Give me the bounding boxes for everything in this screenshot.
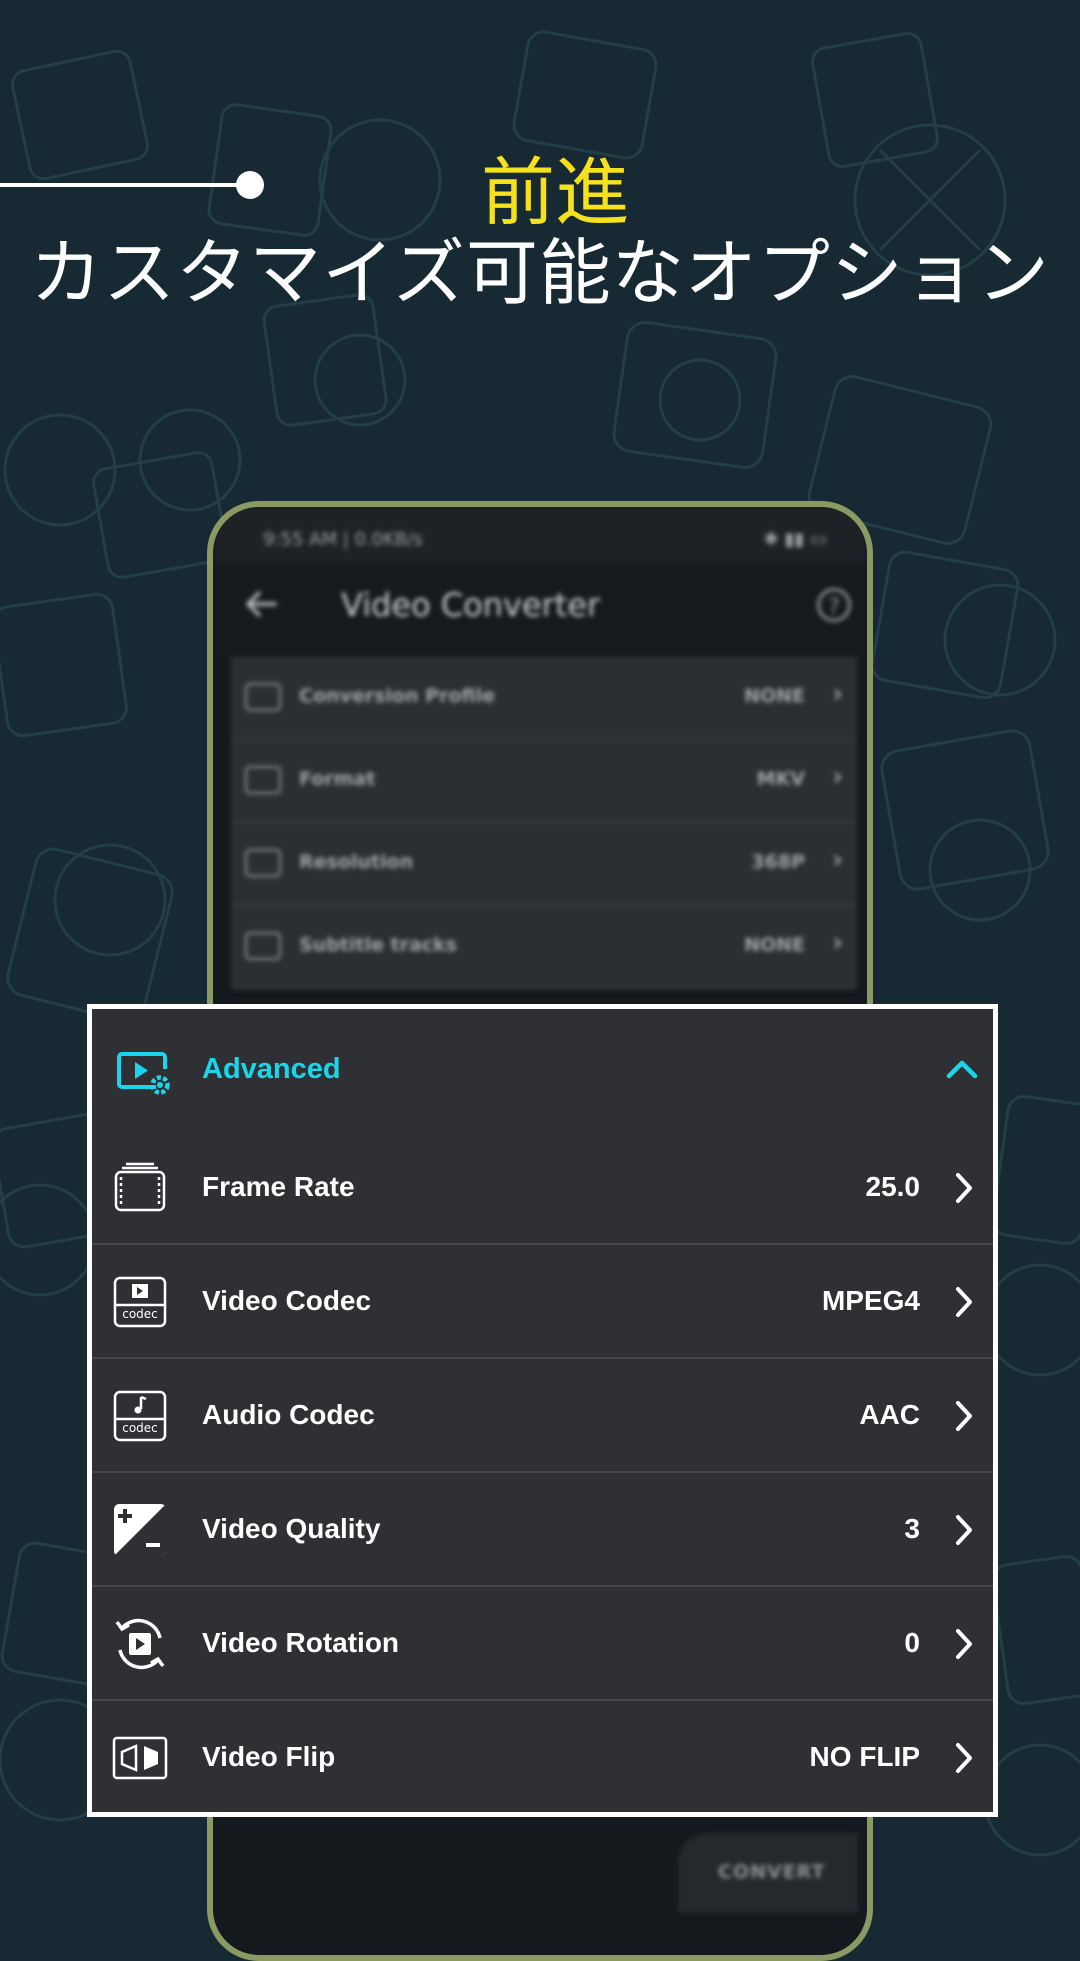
setting-value: NONE [744,685,805,707]
setting-row-subtitle-tracks[interactable]: Subtitle tracks NONE › [231,906,857,989]
headline-accent: 前進 [481,150,629,236]
advanced-row-frame-rate[interactable]: Frame Rate 25.0 [92,1131,993,1245]
chevron-right-icon [956,1401,972,1431]
flip-icon [112,1736,168,1780]
advanced-row-video-quality[interactable]: Video Quality 3 [92,1473,993,1587]
row-label: Frame Rate [202,1171,355,1202]
setting-row-resolution[interactable]: Resolution 368P › [231,823,857,906]
advanced-row-video-flip[interactable]: Video Flip NO FLIP [92,1701,993,1815]
advanced-row-video-rotation[interactable]: Video Rotation 0 [92,1587,993,1701]
audio-codec-icon: codec [113,1390,167,1442]
frame-rate-icon [114,1162,166,1212]
row-value: 25.0 [865,1171,921,1202]
settings-list: Conversion Profile NONE › Format MKV › R… [231,657,857,989]
chevron-right-icon: › [832,762,843,792]
profile-icon [245,683,281,711]
row-value: 0 [904,1627,920,1658]
advanced-row-audio-codec[interactable]: codec Audio Codec AAC [92,1359,993,1473]
setting-label: Conversion Profile [299,685,496,707]
row-label: Video Flip [202,1741,336,1772]
chevron-right-icon [956,1743,972,1773]
row-label: Video Codec [202,1285,372,1316]
row-value: 3 [904,1513,920,1544]
row-label: Video Quality [202,1513,381,1544]
chevron-right-icon: › [832,679,843,709]
setting-row-conversion-profile[interactable]: Conversion Profile NONE › [231,657,857,740]
convert-button-label: CONVERT [718,1861,826,1883]
chevron-right-icon [956,1629,972,1659]
chevron-up-icon[interactable] [945,1055,979,1081]
row-value: NO FLIP [809,1741,920,1772]
arrow-left-icon[interactable] [241,584,281,624]
setting-value: NONE [744,934,805,956]
status-bar: 9:55 AM | 0.0KB/s ✱ ▮▮ ▭ [213,507,867,562]
video-codec-icon: codec [113,1276,167,1328]
row-label: Video Rotation [202,1627,400,1658]
setting-label: Format [299,768,376,790]
chevron-right-icon [956,1287,972,1317]
row-value: MPEG4 [821,1285,920,1316]
advanced-row-video-codec[interactable]: codec Video Codec MPEG4 [92,1245,993,1359]
advanced-panel: Advanced Frame Rate 25.0 codec Video Cod… [87,1004,998,1817]
icon-text: codec [122,1421,158,1435]
video-settings-icon [117,1052,170,1095]
setting-value: MKV [756,768,805,790]
rotation-icon [115,1618,165,1670]
headline-title: カスタマイズ可能なオプション [30,231,1050,315]
setting-label: Subtitle tracks [299,934,457,956]
setting-value: 368P [751,851,805,873]
chevron-right-icon: › [832,928,843,958]
advanced-label: Advanced [202,1053,341,1085]
status-time: 9:55 AM | 0.0KB/s [263,529,423,550]
subtitle-icon [245,932,281,960]
format-icon [245,766,281,794]
row-value: AAC [859,1399,920,1430]
chevron-right-icon [956,1173,972,1203]
app-bar: Video Converter ? [213,562,867,657]
app-title: Video Converter [341,586,601,624]
chevron-right-icon [956,1515,972,1545]
advanced-header[interactable]: Advanced [92,1009,993,1131]
status-icons: ✱ ▮▮ ▭ [763,529,827,550]
help-circle-icon[interactable]: ? [817,588,851,622]
row-label: Audio Codec [202,1399,375,1430]
setting-row-format[interactable]: Format MKV › [231,740,857,823]
chevron-right-icon: › [832,845,843,875]
icon-text: codec [122,1307,158,1321]
setting-label: Resolution [299,851,414,873]
quality-icon [114,1504,166,1556]
resolution-icon [245,849,281,877]
